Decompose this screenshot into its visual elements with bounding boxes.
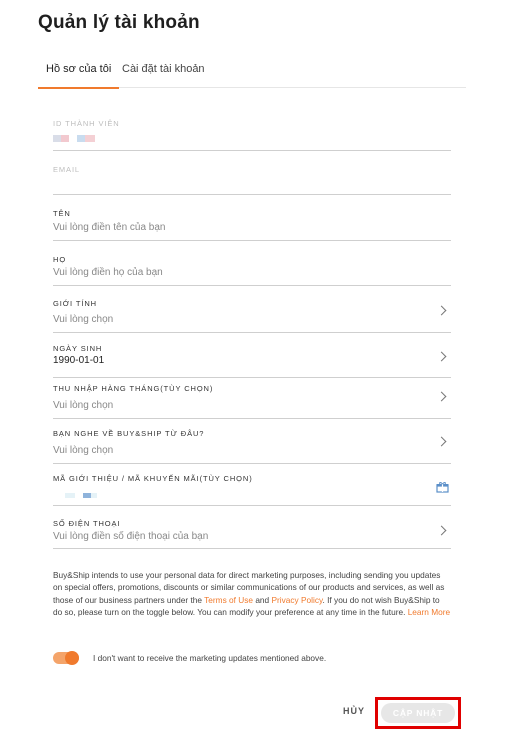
last-name-label: HỌ [53, 255, 67, 264]
chevron-right-icon [436, 436, 447, 447]
last-name-field[interactable]: HỌ Vui lòng điền họ của bạn [53, 250, 451, 286]
privacy-policy-link[interactable]: Privacy Policy [271, 595, 322, 605]
email-field: EMAIL [53, 160, 451, 195]
chevron-right-icon [436, 351, 447, 362]
cancel-button[interactable]: HỦY [343, 706, 365, 716]
promo-code-value-redacted [65, 493, 97, 498]
gender-select[interactable]: GIỚI TÍNH Vui lòng chọn [53, 295, 451, 333]
promo-code-label: MÃ GIỚI THIỆU / MÃ KHUYẾN MÃI(TÙY CHỌN) [53, 474, 253, 483]
income-value: Vui lòng chọn [53, 400, 114, 411]
marketing-disclaimer: Buy&Ship intends to use your personal da… [53, 569, 451, 619]
learn-more-link[interactable]: Learn More [408, 607, 450, 617]
income-select[interactable]: THU NHẬP HÀNG THÁNG(TÙY CHỌN) Vui lòng c… [53, 380, 451, 419]
gender-value: Vui lòng chọn [53, 314, 114, 325]
marketing-opt-out-toggle[interactable] [53, 651, 79, 665]
birthday-select[interactable]: NGÀY SINH 1990-01-01 [53, 340, 451, 378]
toggle-knob [65, 651, 79, 665]
gender-label: GIỚI TÍNH [53, 299, 97, 308]
chevron-right-icon [436, 525, 447, 536]
chevron-right-icon [436, 305, 447, 316]
member-id-label: ID THÀNH VIÊN [53, 119, 120, 128]
birthday-label: NGÀY SINH [53, 344, 103, 353]
terms-of-use-link[interactable]: Terms of Use [204, 595, 253, 605]
tab-my-profile[interactable]: Hồ sơ của tôi [37, 62, 120, 89]
member-id-value-redacted [53, 135, 95, 142]
phone-label: SỐ ĐIỆN THOẠI [53, 519, 121, 528]
birthday-value: 1990-01-01 [53, 355, 105, 366]
page-title: Quản lý tài khoản [38, 12, 200, 33]
first-name-label: TÊN [53, 209, 71, 218]
member-id-field: ID THÀNH VIÊN [53, 114, 451, 151]
income-label: THU NHẬP HÀNG THÁNG(TÙY CHỌN) [53, 384, 214, 393]
first-name-input[interactable]: Vui lòng điền tên của bạn [53, 222, 166, 233]
tab-account-settings[interactable]: Cài đặt tài khoản [122, 62, 205, 88]
chevron-right-icon [436, 391, 447, 402]
referral-source-label: BẠN NGHE VỀ BUY&SHIP TỪ ĐÂU? [53, 429, 205, 438]
first-name-field[interactable]: TÊN Vui lòng điền tên của bạn [53, 205, 451, 241]
disclaimer-and: and [253, 594, 272, 605]
update-button[interactable]: CẬP NHẬT [381, 703, 455, 723]
phone-input[interactable]: Vui lòng điền số điện thoại của bạn [53, 531, 208, 542]
marketing-opt-out-label: I don't want to receive the marketing up… [93, 653, 327, 663]
referral-source-value: Vui lòng chọn [53, 445, 114, 456]
promo-code-field[interactable]: MÃ GIỚI THIỆU / MÃ KHUYẾN MÃI(TÙY CHỌN) [53, 470, 451, 506]
referral-source-select[interactable]: BẠN NGHE VỀ BUY&SHIP TỪ ĐÂU? Vui lòng ch… [53, 425, 451, 464]
gift-icon[interactable] [436, 480, 449, 498]
phone-field[interactable]: SỐ ĐIỆN THOẠI Vui lòng điền số điện thoạ… [53, 515, 451, 549]
email-label: EMAIL [53, 165, 81, 174]
tab-bar: Hồ sơ của tôi Cài đặt tài khoản [37, 58, 466, 89]
last-name-input[interactable]: Vui lòng điền họ của bạn [53, 267, 163, 278]
